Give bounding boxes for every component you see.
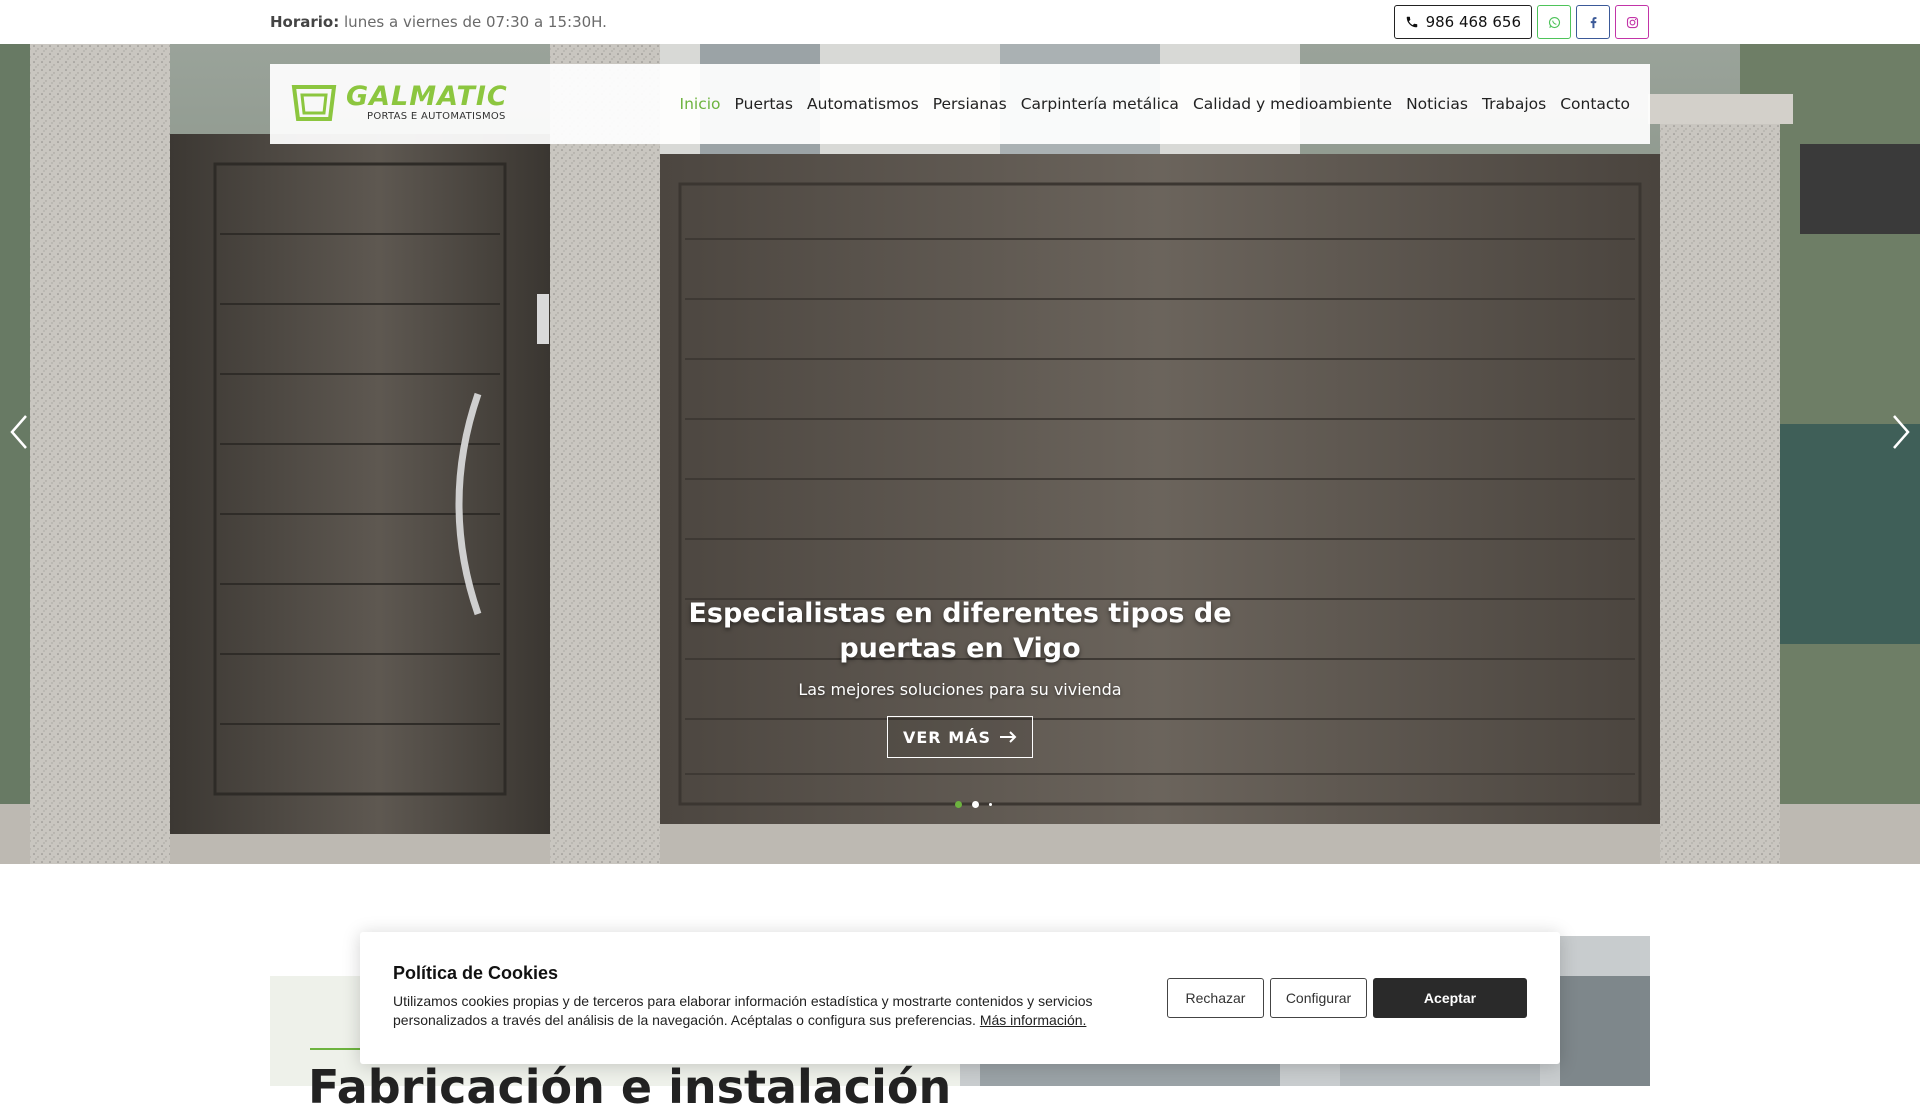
configure-cookies-button[interactable]: Configurar: [1270, 978, 1367, 1018]
nav-item-puertas[interactable]: Puertas: [735, 95, 793, 113]
instagram-button[interactable]: [1615, 5, 1649, 39]
nav-item-contacto[interactable]: Contacto: [1560, 95, 1630, 113]
phone-number: 986 468 656: [1425, 13, 1521, 31]
logo-mark-icon: [291, 85, 337, 121]
business-hours: Horario: lunes a viernes de 07:30 a 15:3…: [270, 13, 607, 31]
accept-cookies-button[interactable]: Aceptar: [1373, 978, 1527, 1018]
cookie-more-link[interactable]: Más información.: [980, 1012, 1087, 1028]
whatsapp-icon: [1548, 16, 1560, 28]
next-slide-arrow-icon[interactable]: [1890, 412, 1912, 452]
cookie-text: Utilizamos cookies propias y de terceros…: [393, 992, 1133, 1030]
nav-item-noticias[interactable]: Noticias: [1406, 95, 1468, 113]
brand-tagline: PORTAS E AUTOMATISMOS: [367, 111, 506, 122]
nav-item-inicio[interactable]: Inicio: [680, 95, 721, 113]
top-bar: Horario: lunes a viernes de 07:30 a 15:3…: [0, 0, 1920, 44]
prev-slide-arrow-icon[interactable]: [8, 412, 30, 452]
slide-dot-1[interactable]: [955, 801, 962, 808]
hero-title: Especialistas en diferentes tipos de pue…: [688, 598, 1232, 664]
cookie-title: Política de Cookies: [393, 963, 559, 983]
phone-button[interactable]: 986 468 656: [1393, 5, 1532, 39]
instagram-icon: [1626, 16, 1638, 28]
cookie-banner: Política de Cookies Utilizamos cookies p…: [360, 932, 1560, 1064]
whatsapp-button[interactable]: [1537, 5, 1571, 39]
facebook-button[interactable]: [1576, 5, 1610, 39]
brand-name: GALMATIC: [346, 81, 508, 112]
nav-item-calidad[interactable]: Calidad y medioambiente: [1193, 95, 1392, 113]
galmatic-logo[interactable]: GALMATIC PORTAS E AUTOMATISMOS: [290, 81, 515, 127]
nav-item-trabajos[interactable]: Trabajos: [1482, 95, 1546, 113]
nav-item-automatismos[interactable]: Automatismos: [807, 95, 919, 113]
phone-icon: [1406, 16, 1417, 28]
ver-mas-label: VER MÁS: [902, 727, 992, 747]
main-menu: Inicio Puertas Automatismos Persianas Ca…: [680, 64, 1630, 144]
slide-dot-2[interactable]: [972, 801, 979, 808]
hero-subtitle: Las mejores soluciones para su vivienda: [798, 680, 1122, 699]
section-heading: Fabricación e instalación: [308, 1060, 952, 1114]
hours-label: Horario:: [270, 13, 340, 31]
nav-item-persianas[interactable]: Persianas: [933, 95, 1007, 113]
ver-mas-button[interactable]: VER MÁS: [887, 716, 1033, 758]
hero-caption: Especialistas en diferentes tipos de pue…: [640, 596, 1280, 699]
slider-dots: [955, 801, 992, 808]
slide-dot-3[interactable]: [989, 803, 992, 806]
arrow-right-icon: [1000, 731, 1017, 743]
reject-cookies-button[interactable]: Rechazar: [1167, 978, 1264, 1018]
hours-text: lunes a viernes de 07:30 a 15:30H.: [344, 13, 607, 31]
main-navbar: GALMATIC PORTAS E AUTOMATISMOS Inicio Pu…: [270, 64, 1650, 144]
nav-item-carpinteria[interactable]: Carpintería metálica: [1021, 95, 1179, 113]
top-actions: 986 468 656: [1393, 5, 1649, 39]
facebook-icon: [1590, 16, 1596, 28]
